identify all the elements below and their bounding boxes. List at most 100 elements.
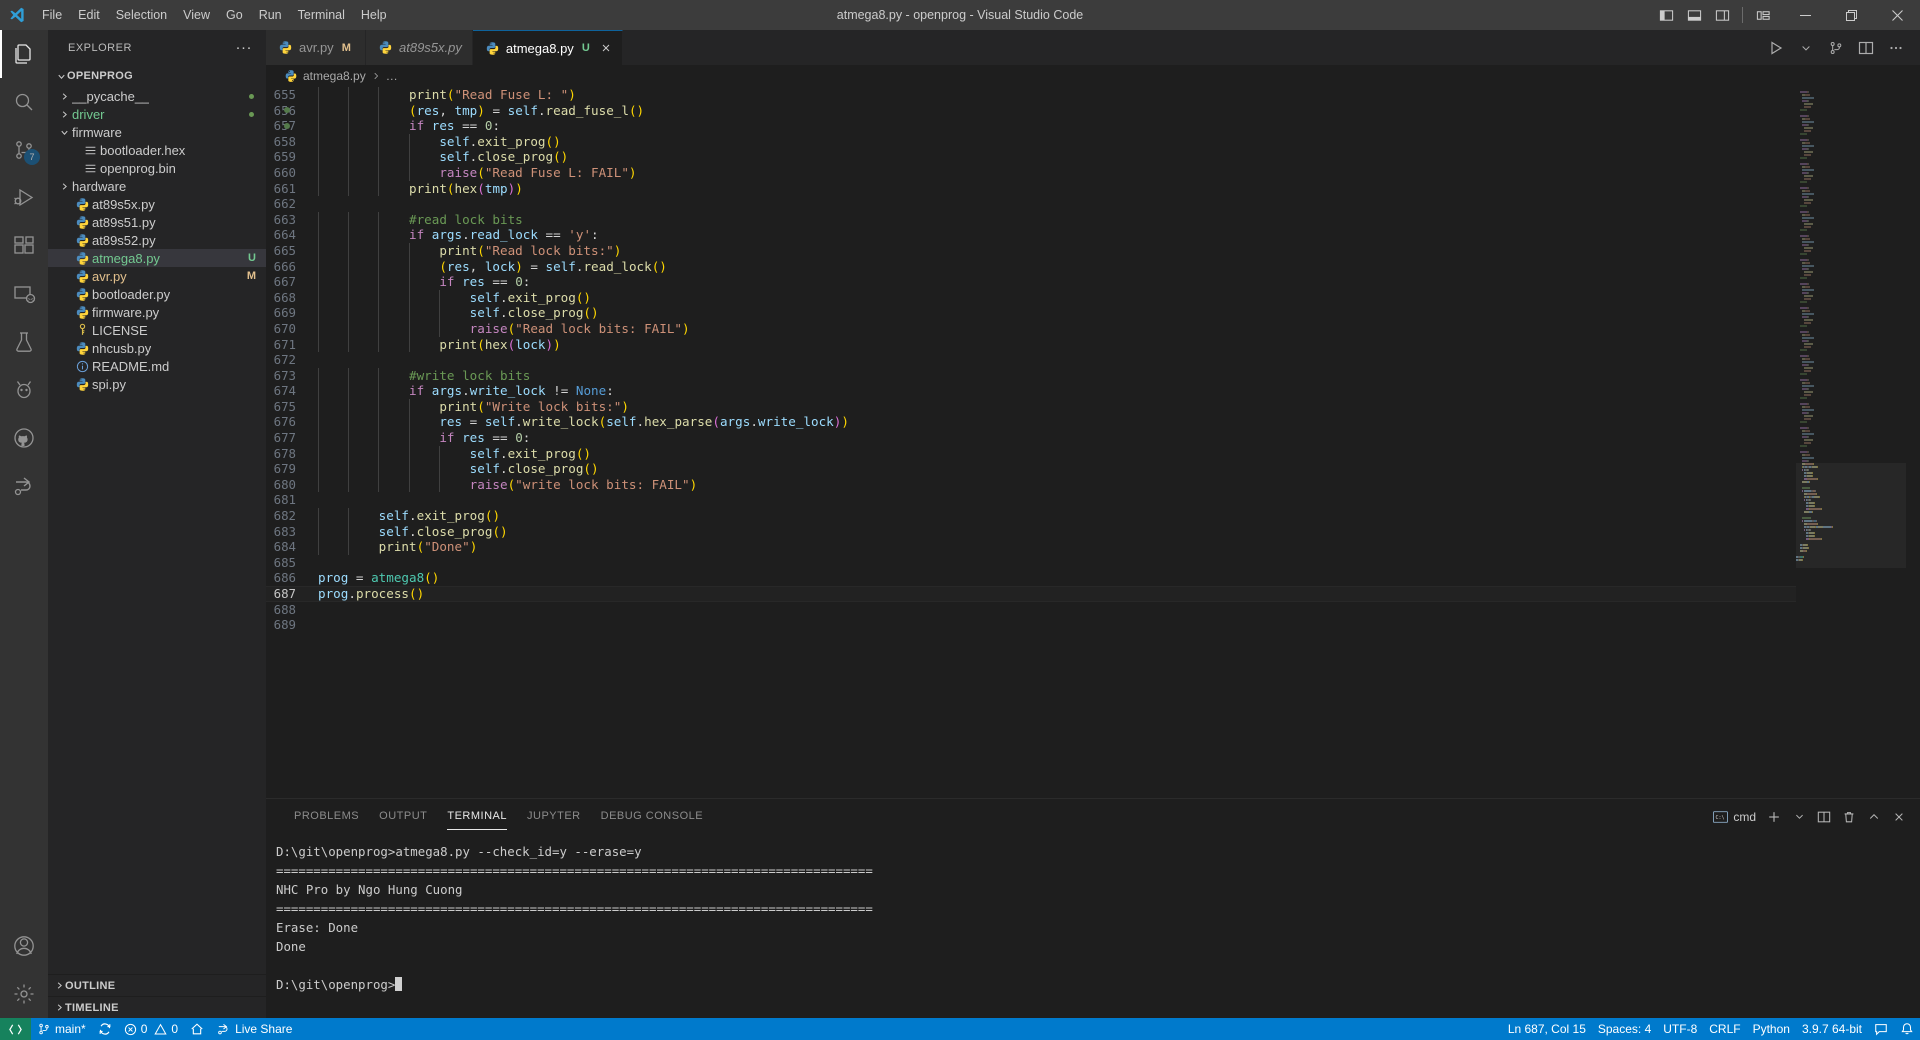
code-line[interactable]: 682 self.exit_prog() [266, 508, 1796, 524]
activity-explorer[interactable] [0, 30, 48, 78]
status-sync[interactable] [92, 1018, 118, 1040]
menu-terminal[interactable]: Terminal [290, 0, 353, 30]
activity-source-control[interactable]: 7 [0, 126, 48, 174]
menu-run[interactable]: Run [251, 0, 290, 30]
code-line[interactable]: 680 raise("write lock bits: FAIL") [266, 476, 1796, 493]
status-language-mode[interactable]: Python [1747, 1018, 1796, 1040]
status-cursor-position[interactable]: Ln 687, Col 15 [1502, 1018, 1592, 1040]
activity-github[interactable] [0, 414, 48, 462]
source-control-icon[interactable] [1822, 34, 1850, 62]
breadcrumb[interactable]: atmega8.py … [266, 65, 1920, 87]
status-ports[interactable] [184, 1018, 210, 1040]
status-problems[interactable]: 0 0 [118, 1018, 184, 1040]
activity-extensions[interactable] [0, 222, 48, 270]
code-line[interactable]: 683 self.close_prog() [266, 523, 1796, 540]
editor-tabs[interactable]: avr.py Mat89s5x.py atmega8.py U [266, 30, 623, 65]
more-actions-icon[interactable] [1882, 34, 1910, 62]
terminal-output[interactable]: D:\git\openprog>atmega8.py --check_id=y … [276, 842, 1920, 1018]
code-line[interactable]: 670 raise("Read lock bits: FAIL") [266, 320, 1796, 337]
status-indentation[interactable]: Spaces: 4 [1592, 1018, 1657, 1040]
status-notifications-bell-icon[interactable] [1894, 1018, 1920, 1040]
code-line[interactable]: 673 #write lock bits [266, 367, 1796, 384]
code-line[interactable]: 662 [266, 196, 1796, 212]
new-terminal-icon[interactable] [1763, 806, 1785, 828]
maximize-panel-icon[interactable] [1863, 806, 1885, 828]
status-branch[interactable]: main* [31, 1018, 92, 1040]
activity-settings-gear-icon[interactable] [0, 970, 48, 1018]
code-line[interactable]: 667 if res == 0: [266, 274, 1796, 290]
tree-item-at89s51-py[interactable]: at89s51.py [48, 213, 266, 231]
toggle-panel-icon[interactable] [1681, 2, 1707, 28]
status-eol[interactable]: CRLF [1703, 1018, 1746, 1040]
maximize-button[interactable] [1828, 0, 1874, 30]
outline-section[interactable]: OUTLINE [48, 974, 266, 996]
customize-layout-icon[interactable] [1750, 2, 1776, 28]
tree-item-driver[interactable]: driver [48, 105, 266, 123]
editor-actions[interactable] [1762, 30, 1920, 65]
run-chevron-down-icon[interactable] [1792, 34, 1820, 62]
code-line[interactable]: 660 raise("Read Fuse L: FAIL") [266, 164, 1796, 181]
tree-item-avr-py[interactable]: avr.py M [48, 267, 266, 285]
tree-item-bootloader-py[interactable]: bootloader.py [48, 285, 266, 303]
tree-item-license[interactable]: LICENSE [48, 321, 266, 339]
code-line[interactable]: 661 print(hex(tmp)) [266, 180, 1796, 197]
code-line[interactable]: 655 print("Read Fuse L: ") [266, 87, 1796, 103]
tree-item-hardware[interactable]: hardware [48, 177, 266, 195]
code-line[interactable]: 668 self.exit_prog() [266, 289, 1796, 306]
code-editor[interactable]: 655 print("Read Fuse L: ")656 (res, tmp)… [266, 87, 1920, 798]
file-tree[interactable]: OPENPROG __pycache__ driver firmware bootlo… [48, 65, 266, 974]
code-line[interactable]: 674 if args.write_lock != None: [266, 383, 1796, 399]
panel-actions[interactable]: C:\ cmd [1709, 806, 1920, 828]
editor-tab-atmega8-py[interactable]: atmega8.py U [472, 30, 623, 65]
editor-tab-at89s5x-py[interactable]: at89s5x.py [366, 30, 473, 65]
activity-accounts[interactable] [0, 922, 48, 970]
kill-terminal-trash-icon[interactable] [1838, 806, 1860, 828]
tree-item--pycache-[interactable]: __pycache__ [48, 87, 266, 105]
status-live-share[interactable]: Live Share [210, 1018, 298, 1040]
activity-live-share[interactable] [0, 462, 48, 510]
code-line[interactable]: 669 self.close_prog() [266, 305, 1796, 321]
code-line[interactable]: 665 print("Read lock bits:") [266, 242, 1796, 259]
workspace-root-row[interactable]: OPENPROG [48, 65, 266, 87]
menu-view[interactable]: View [175, 0, 218, 30]
code-line[interactable]: 688 [266, 602, 1796, 618]
status-python-version[interactable]: 3.9.7 64-bit [1796, 1018, 1868, 1040]
code-line[interactable]: 678 self.exit_prog() [266, 445, 1796, 462]
panel-tab-debug-console[interactable]: DEBUG CONSOLE [591, 799, 713, 834]
activity-remote-explorer[interactable]: >< [0, 270, 48, 318]
menu-edit[interactable]: Edit [70, 0, 108, 30]
status-encoding[interactable]: UTF-8 [1657, 1018, 1703, 1040]
tree-item-firmware[interactable]: firmware [48, 123, 266, 141]
code-line[interactable]: 679 self.close_prog() [266, 461, 1796, 477]
code-line[interactable]: 681 [266, 492, 1796, 508]
menu-file[interactable]: File [34, 0, 70, 30]
close-button[interactable] [1874, 0, 1920, 30]
code-line[interactable]: 671 print(hex(lock)) [266, 336, 1796, 353]
active-terminal-chip[interactable]: C:\ cmd [1709, 810, 1760, 824]
tree-item-at89s52-py[interactable]: at89s52.py [48, 231, 266, 249]
code-line[interactable]: 656 (res, tmp) = self.read_fuse_l() [266, 102, 1796, 119]
code-line[interactable]: 689 [266, 617, 1796, 633]
minimize-button[interactable] [1782, 0, 1828, 30]
remote-indicator[interactable] [0, 1018, 31, 1040]
close-panel-icon[interactable] [1888, 806, 1910, 828]
panel-tab-problems[interactable]: PROBLEMS [284, 799, 369, 834]
tree-item-firmware-py[interactable]: firmware.py [48, 303, 266, 321]
code-line[interactable]: 684 print("Done") [266, 539, 1796, 555]
panel-tab-output[interactable]: OUTPUT [369, 799, 437, 834]
toggle-primary-sidebar-icon[interactable] [1653, 2, 1679, 28]
breadcrumb-symbol[interactable]: … [386, 69, 398, 83]
layout-controls[interactable] [1653, 2, 1782, 28]
code-line[interactable]: 676 res = self.write_lock(self.hex_parse… [266, 414, 1796, 431]
menu-help[interactable]: Help [353, 0, 395, 30]
menu-go[interactable]: Go [218, 0, 251, 30]
activity-platformio[interactable] [0, 366, 48, 414]
minimap-slider[interactable] [1796, 463, 1906, 568]
code-lines[interactable]: 655 print("Read Fuse L: ")656 (res, tmp)… [266, 87, 1796, 633]
breakpoint-hint-icon[interactable] [280, 122, 294, 129]
code-line[interactable]: 663 #read lock bits [266, 211, 1796, 228]
panel-tabs[interactable]: PROBLEMS OUTPUT TERMINAL JUPYTER DEBUG CONSO… [284, 799, 713, 834]
code-line[interactable]: 658 self.exit_prog() [266, 133, 1796, 150]
code-line[interactable]: 659 self.close_prog() [266, 149, 1796, 165]
tree-item-at89s5x-py[interactable]: at89s5x.py [48, 195, 266, 213]
